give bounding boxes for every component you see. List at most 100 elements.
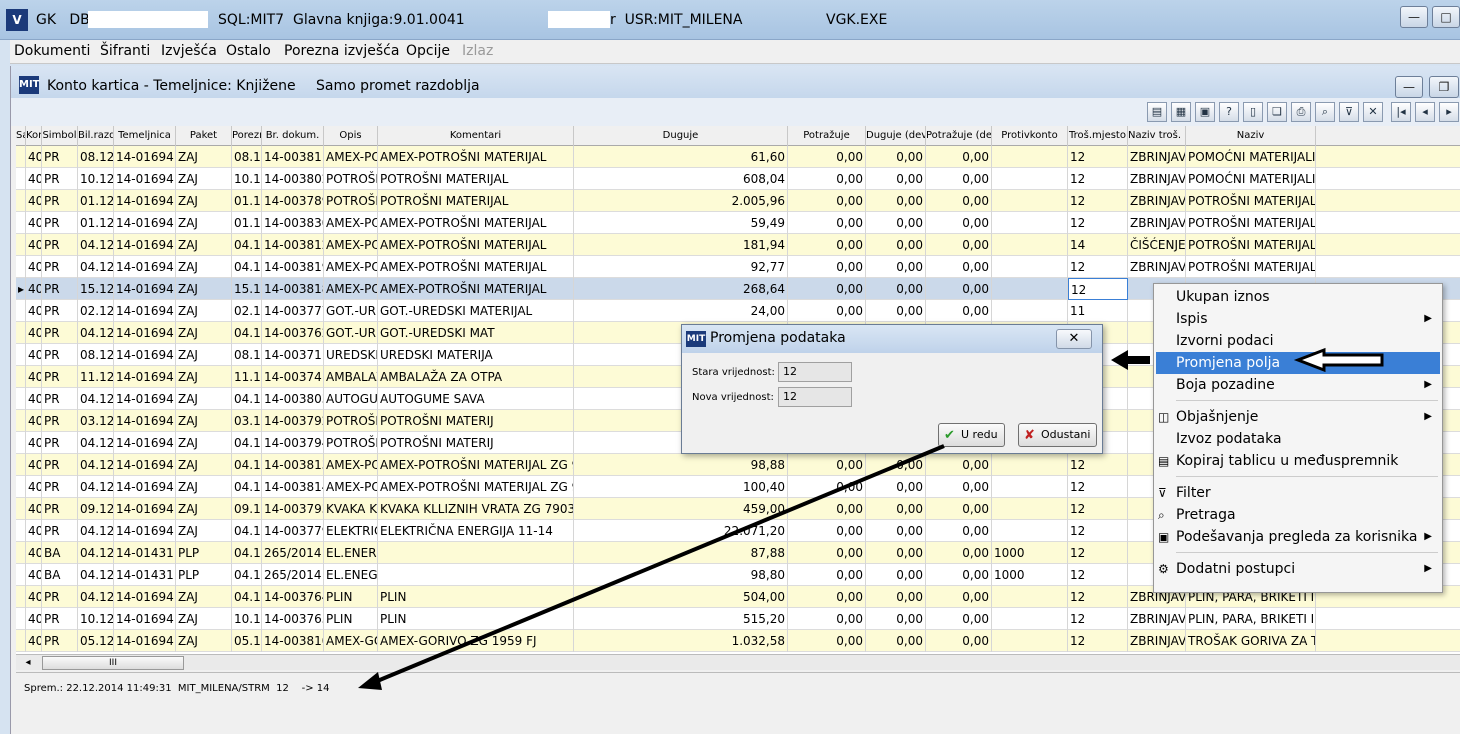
table-row[interactable]: 4004PR04.12.201414-01694ZAJ04.12.201414-…	[16, 256, 1460, 278]
context-item-11[interactable]: ⚙ Dodatni postupci ▶	[1156, 558, 1440, 580]
table-cell: AMEX-POTROŠNI MATERIJAL ZG 9686 DI	[378, 476, 574, 498]
scroll-thumb[interactable]: III	[42, 656, 184, 670]
column-header-11[interactable]: Potražuje	[788, 126, 866, 146]
column-header-4[interactable]: Temeljnica	[114, 126, 176, 146]
column-header-5[interactable]: Paket	[176, 126, 232, 146]
column-header-16[interactable]: Naziv troš. m.	[1128, 126, 1186, 146]
context-item-6[interactable]: Izvoz podataka	[1156, 428, 1440, 450]
table-cell: PR	[42, 366, 78, 388]
table-cell: AMEX-POTROŠNI MATERIJAL	[324, 212, 378, 234]
column-header-8[interactable]: Opis	[324, 126, 378, 146]
menu-dokumenti[interactable]: Dokumenti	[14, 43, 90, 59]
table-cell: 0,00	[866, 300, 926, 322]
cancel-button[interactable]: ✘ Odustani	[1018, 423, 1098, 447]
context-item-1[interactable]: Ispis ▶	[1156, 308, 1440, 330]
table-cell: PR	[42, 432, 78, 454]
table-row[interactable]: 4004PR04.12.201414-01694ZAJ04.12.201414-…	[16, 234, 1460, 256]
table-cell: 4061	[26, 608, 42, 630]
table-cell: 0,00	[788, 498, 866, 520]
child-restore-button[interactable]: ❐	[1429, 76, 1459, 98]
context-item-3[interactable]: Promjena polja	[1156, 352, 1440, 374]
table-cell	[378, 542, 574, 564]
table-cell	[992, 168, 1068, 190]
new-value-field[interactable]: 12	[778, 387, 852, 407]
document-icon[interactable]: ▤	[1147, 102, 1167, 122]
table-cell: 0,00	[866, 476, 926, 498]
minimize-button[interactable]: —	[1400, 6, 1428, 28]
table-cell: 4004	[26, 190, 42, 212]
table-cell: 4042	[26, 388, 42, 410]
column-header-1[interactable]: Konto	[26, 126, 42, 146]
scroll-left-icon[interactable]: ◂	[20, 656, 36, 670]
column-header-10[interactable]: Duguje	[574, 126, 788, 146]
table-row[interactable]: 4004PR01.12.201414-01694ZAJ01.12.201414-…	[16, 212, 1460, 234]
context-item-8[interactable]: ⊽ Filter	[1156, 482, 1440, 504]
table-row[interactable]: 4004PR01.12.201414-01694ZAJ01.12.201414-…	[16, 190, 1460, 212]
context-item-7[interactable]: ▤ Kopiraj tablicu u međuspremnik	[1156, 450, 1440, 472]
table-cell: 12	[1068, 146, 1128, 168]
table-cell: 14-01694	[114, 410, 176, 432]
table-cell	[16, 322, 26, 344]
table-cell: 12	[1068, 520, 1128, 542]
horizontal-scrollbar[interactable]: ◂ III	[16, 654, 1460, 670]
next-record-icon[interactable]: ▸	[1439, 102, 1459, 122]
column-header-14[interactable]: Protivkonto	[992, 126, 1068, 146]
table-cell	[16, 586, 26, 608]
menu-opcije[interactable]: Opcije	[406, 43, 450, 59]
table-cell: 1000	[992, 542, 1068, 564]
prev-record-icon[interactable]: ◂	[1415, 102, 1435, 122]
column-header-17[interactable]: Naziv	[1186, 126, 1316, 146]
context-item-4[interactable]: Boja pozadine ▶	[1156, 374, 1440, 396]
calendar-icon[interactable]: ▦	[1171, 102, 1191, 122]
maximize-button[interactable]: □	[1432, 6, 1460, 28]
copy-icon[interactable]: ❏	[1267, 102, 1287, 122]
menu-ostalo[interactable]: Ostalo	[226, 43, 271, 59]
close-icon[interactable]: ✕	[1363, 102, 1383, 122]
table-cell	[992, 498, 1068, 520]
context-item-0[interactable]: Ukupan iznos	[1156, 286, 1440, 308]
child-minimize-button[interactable]: —	[1395, 76, 1423, 98]
context-item-9[interactable]: ⌕ Pretraga	[1156, 504, 1440, 526]
ok-button[interactable]: ✔ U redu	[938, 423, 1005, 447]
table-row[interactable]: 4003PR10.12.201414-01694ZAJ10.12.201414-…	[16, 168, 1460, 190]
column-header-13[interactable]: Potražuje (dev)	[926, 126, 992, 146]
mit-logo-icon: MIT	[686, 331, 706, 347]
new-page-icon[interactable]: ▯	[1243, 102, 1263, 122]
table-row[interactable]: 4061PR10.12.201414-01694ZAJ10.12.201414-…	[16, 608, 1460, 630]
column-header-7[interactable]: Br. dokum.	[262, 126, 324, 146]
column-header-2[interactable]: Simbol	[42, 126, 78, 146]
table-cell: PR	[42, 608, 78, 630]
table-cell: POTROŠNI MATERIJAL	[324, 168, 378, 190]
column-header-9[interactable]: Komentari	[378, 126, 574, 146]
column-header-3[interactable]: Bil.razdoblje	[78, 126, 114, 146]
column-header-15[interactable]: Troš.mjesto	[1068, 126, 1128, 146]
first-record-icon[interactable]: |◂	[1391, 102, 1411, 122]
search-icon[interactable]: ⌕	[1315, 102, 1335, 122]
dialog-close-button[interactable]: ✕	[1056, 329, 1092, 349]
column-header-6[interactable]: Porezni dat.	[232, 126, 262, 146]
menu-izvjesca[interactable]: Izvješća	[161, 43, 217, 59]
table-cell: PR	[42, 190, 78, 212]
table-cell: 14-01694	[114, 190, 176, 212]
table-row[interactable]: 4067PR05.12.201414-01694ZAJ05.12.201414-…	[16, 630, 1460, 652]
table-cell: GOT.-UREDSKI MATERIJAL	[324, 300, 378, 322]
context-item-5[interactable]: ◫ Objašnjenje ▶	[1156, 406, 1440, 428]
menu-porezna-izvjesca[interactable]: Porezna izvješća	[284, 43, 399, 59]
table-cell: 0,00	[788, 146, 866, 168]
print-icon[interactable]: ⎙	[1291, 102, 1311, 122]
menu-sifranti[interactable]: Šifranti	[100, 43, 150, 59]
table-cell: KVAKA KLLIZNIH VRATA ZG 7903 DU	[378, 498, 574, 520]
table-cell: 14-003830	[262, 212, 324, 234]
table-cell: 15.12.2014	[78, 278, 114, 300]
column-header-0[interactable]: Sal	[16, 126, 26, 146]
table-row[interactable]: 4003PR08.12.201414-01694ZAJ08.12.201414-…	[16, 146, 1460, 168]
context-item-10[interactable]: ▣ Podešavanja pregleda za korisnika ▶	[1156, 526, 1440, 548]
window-title-exe: VGK.EXE	[826, 12, 888, 28]
table-cell: 14-01431	[114, 564, 176, 586]
help-icon[interactable]: ?	[1219, 102, 1239, 122]
table-cell: 10.12.2014	[78, 608, 114, 630]
filter-icon[interactable]: ⊽	[1339, 102, 1359, 122]
column-header-12[interactable]: Duguje (dev)	[866, 126, 926, 146]
window-icon[interactable]: ▣	[1195, 102, 1215, 122]
context-item-2[interactable]: Izvorni podaci	[1156, 330, 1440, 352]
